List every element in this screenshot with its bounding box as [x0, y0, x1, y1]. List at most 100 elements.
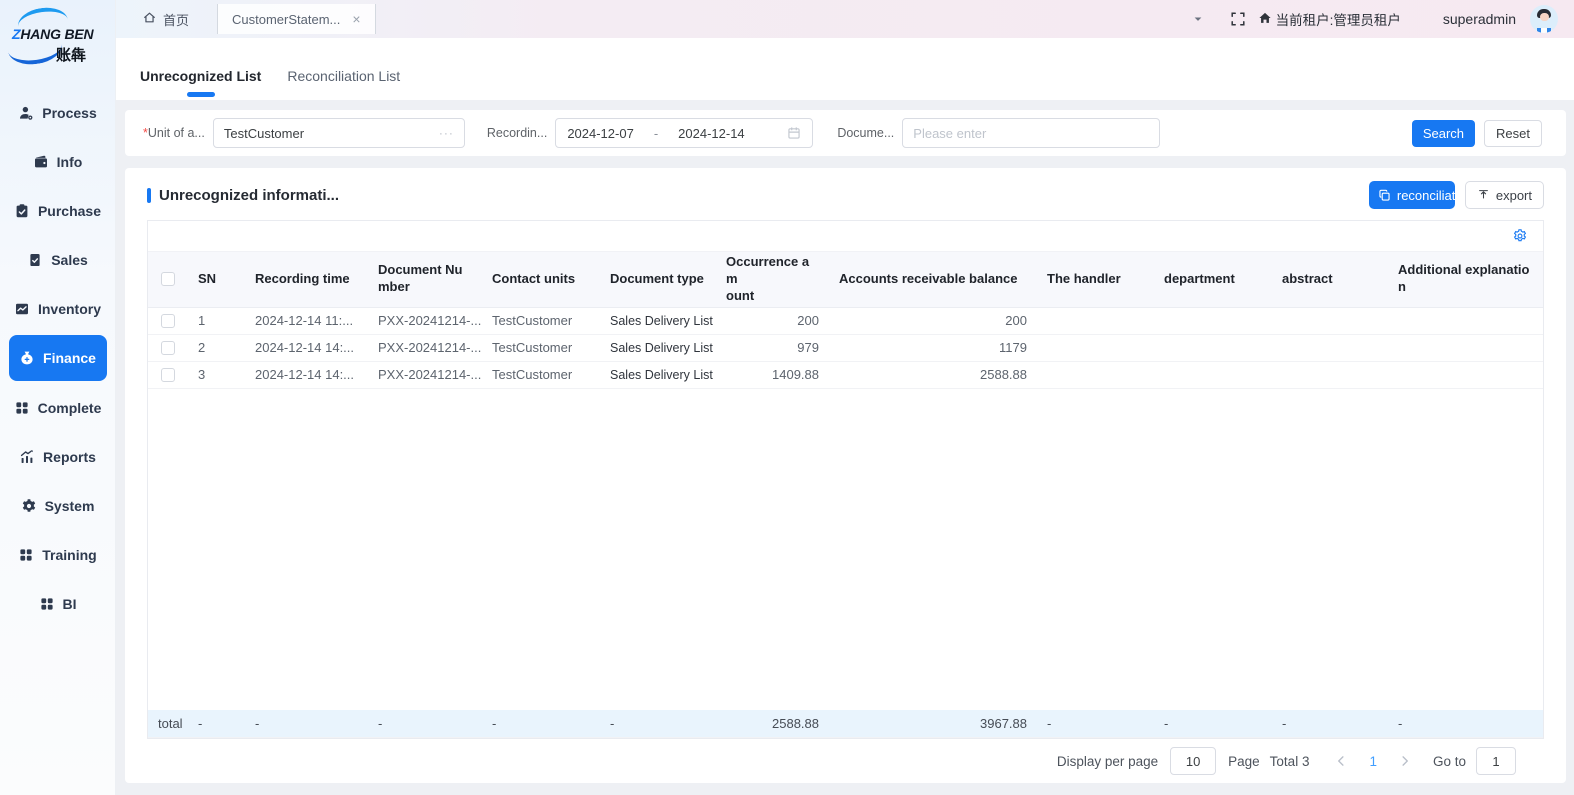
- tenant-indicator: 当前租户:管理员租户: [1258, 9, 1401, 29]
- sidebar-item-reports[interactable]: Reports: [19, 434, 96, 479]
- page-tab-customer-statement[interactable]: CustomerStatem... ×: [217, 4, 376, 34]
- document-filter-field[interactable]: [902, 118, 1160, 148]
- row-checkbox[interactable]: [161, 341, 175, 355]
- avatar-figure: [1547, 28, 1551, 33]
- cell-department: [1154, 307, 1272, 334]
- export-button[interactable]: export: [1465, 181, 1544, 209]
- close-icon[interactable]: ×: [352, 12, 360, 26]
- total-label: total: [148, 710, 188, 738]
- date-separator: -: [654, 126, 658, 141]
- sidebar-item-sales[interactable]: Sales: [27, 237, 88, 282]
- unrecognized-info-card: Unrecognized informati... reconciliatio …: [125, 168, 1566, 783]
- cell-sn: 2: [188, 334, 245, 361]
- reset-button[interactable]: Reset: [1484, 120, 1542, 147]
- page-content: *Unit of a... ··· Recordin... 2024-12-07…: [116, 100, 1574, 795]
- cell-sn: 1: [188, 307, 245, 334]
- sidebar-item-complete[interactable]: Complete: [14, 385, 102, 430]
- sidebar-item-purchase[interactable]: Purchase: [14, 188, 101, 233]
- cell-accounts-receivable-balance: 1179: [829, 334, 1037, 361]
- cell-occurrence-amount: 1409.88: [716, 361, 829, 388]
- export-button-label: export: [1496, 188, 1532, 203]
- breadcrumb-home[interactable]: 首页: [142, 10, 189, 29]
- tenant-label: 当前租户:管理员租户: [1276, 9, 1401, 29]
- cell-abstract: [1272, 361, 1388, 388]
- user-avatar[interactable]: [1530, 5, 1558, 33]
- cell-additional-explanation: [1388, 361, 1543, 388]
- wallet-icon: [33, 154, 49, 170]
- column-settings-gear-icon[interactable]: [1512, 228, 1528, 244]
- cell-accounts-receivable-balance: 200: [829, 307, 1037, 334]
- sidebar-item-label: Info: [57, 154, 83, 170]
- sidebar-nav: Process Info Purchase Sales Inventory Fi…: [0, 88, 115, 626]
- cell-department: [1154, 361, 1272, 388]
- date-to: 2024-12-14: [678, 126, 745, 141]
- tab-reconciliation-list[interactable]: Reconciliation List: [287, 38, 400, 100]
- chevron-down-icon[interactable]: [1192, 13, 1204, 25]
- document-filter-input[interactable]: [913, 126, 1149, 141]
- tab-unrecognized-list[interactable]: Unrecognized List: [140, 38, 261, 100]
- table-row[interactable]: 3 2024-12-14 14:... PXX-20241214-... Tes…: [148, 361, 1543, 388]
- sidebar-item-label: Inventory: [38, 301, 101, 317]
- trend-chart-icon: [14, 301, 30, 317]
- page-tab-label: CustomerStatem...: [232, 12, 340, 27]
- grid-icon: [14, 400, 30, 416]
- col-header-abstract: abstract: [1272, 252, 1388, 308]
- money-bag-icon: [19, 350, 35, 366]
- fullscreen-icon[interactable]: [1230, 11, 1246, 27]
- prev-page-chevron-icon[interactable]: [1323, 755, 1359, 767]
- sidebar-item-bi[interactable]: BI: [39, 581, 77, 626]
- reconciliation-button[interactable]: reconciliatio: [1369, 181, 1455, 209]
- col-header-handler: The handler: [1037, 252, 1154, 308]
- grid-icon: [18, 547, 34, 563]
- filter-bar: *Unit of a... ··· Recordin... 2024-12-07…: [125, 110, 1566, 156]
- topbar-right: 当前租户:管理员租户 superadmin: [1192, 5, 1558, 33]
- unit-filter-label: *Unit of a...: [143, 126, 205, 140]
- next-page-chevron-icon[interactable]: [1387, 755, 1423, 767]
- reconciliation-button-label: reconciliatio: [1397, 188, 1455, 203]
- sidebar-item-label: Purchase: [38, 203, 101, 219]
- recording-date-range[interactable]: 2024-12-07 - 2024-12-14: [555, 118, 813, 148]
- sidebar-item-inventory[interactable]: Inventory: [14, 286, 101, 331]
- cell-handler: [1037, 307, 1154, 334]
- card-actions: reconciliatio export: [1369, 181, 1544, 209]
- select-all-checkbox[interactable]: [161, 272, 175, 286]
- current-page-number[interactable]: 1: [1359, 754, 1387, 769]
- goto-label: Go to: [1433, 754, 1466, 769]
- unit-select-input[interactable]: [224, 126, 439, 141]
- app-root: ZHANG BEN 账犇 Process Info Purchase Sales: [0, 0, 1574, 795]
- brand-logo: ZHANG BEN 账犇: [0, 0, 115, 88]
- document-filter-label: Docume...: [837, 126, 894, 140]
- avatar-figure: [1540, 13, 1549, 21]
- col-header-accounts-receivable-balance: Accounts receivable balance: [829, 252, 1037, 308]
- sidebar-item-training[interactable]: Training: [18, 532, 96, 577]
- sidebar-item-process[interactable]: Process: [18, 90, 96, 135]
- username[interactable]: superadmin: [1443, 11, 1516, 27]
- total-handler: -: [1037, 710, 1154, 738]
- sidebar-item-label: Finance: [43, 350, 96, 366]
- table-row[interactable]: 1 2024-12-14 11:... PXX-20241214-... Tes…: [148, 307, 1543, 334]
- total-occurrence-amount: 2588.88: [716, 710, 829, 738]
- table-row[interactable]: 2 2024-12-14 14:... PXX-20241214-... Tes…: [148, 334, 1543, 361]
- cell-document-number: PXX-20241214-...: [368, 334, 482, 361]
- sidebar-item-label: Complete: [38, 400, 102, 416]
- cell-occurrence-amount: 979: [716, 334, 829, 361]
- sidebar-item-finance[interactable]: Finance: [9, 335, 107, 381]
- total-additional-explanation: -: [1388, 710, 1543, 738]
- search-button[interactable]: Search: [1412, 120, 1475, 147]
- per-page-input[interactable]: [1170, 747, 1216, 775]
- row-checkbox[interactable]: [161, 314, 175, 328]
- bar-chart-trend-icon: [19, 449, 35, 465]
- sidebar-item-label: BI: [63, 596, 77, 612]
- cell-handler: [1037, 334, 1154, 361]
- sidebar-item-info[interactable]: Info: [33, 139, 83, 184]
- cell-sn: 3: [188, 361, 245, 388]
- unit-select[interactable]: ···: [213, 118, 465, 148]
- main-area: 首页 CustomerStatem... × 当前租户:管理员租户 supera…: [116, 0, 1574, 795]
- calendar-icon: [787, 126, 801, 140]
- cell-contact-units: TestCustomer: [482, 307, 600, 334]
- sidebar-item-system[interactable]: System: [21, 483, 95, 528]
- more-icon[interactable]: ···: [439, 126, 454, 140]
- goto-page-input[interactable]: [1476, 747, 1516, 775]
- cell-additional-explanation: [1388, 307, 1543, 334]
- row-checkbox[interactable]: [161, 368, 175, 382]
